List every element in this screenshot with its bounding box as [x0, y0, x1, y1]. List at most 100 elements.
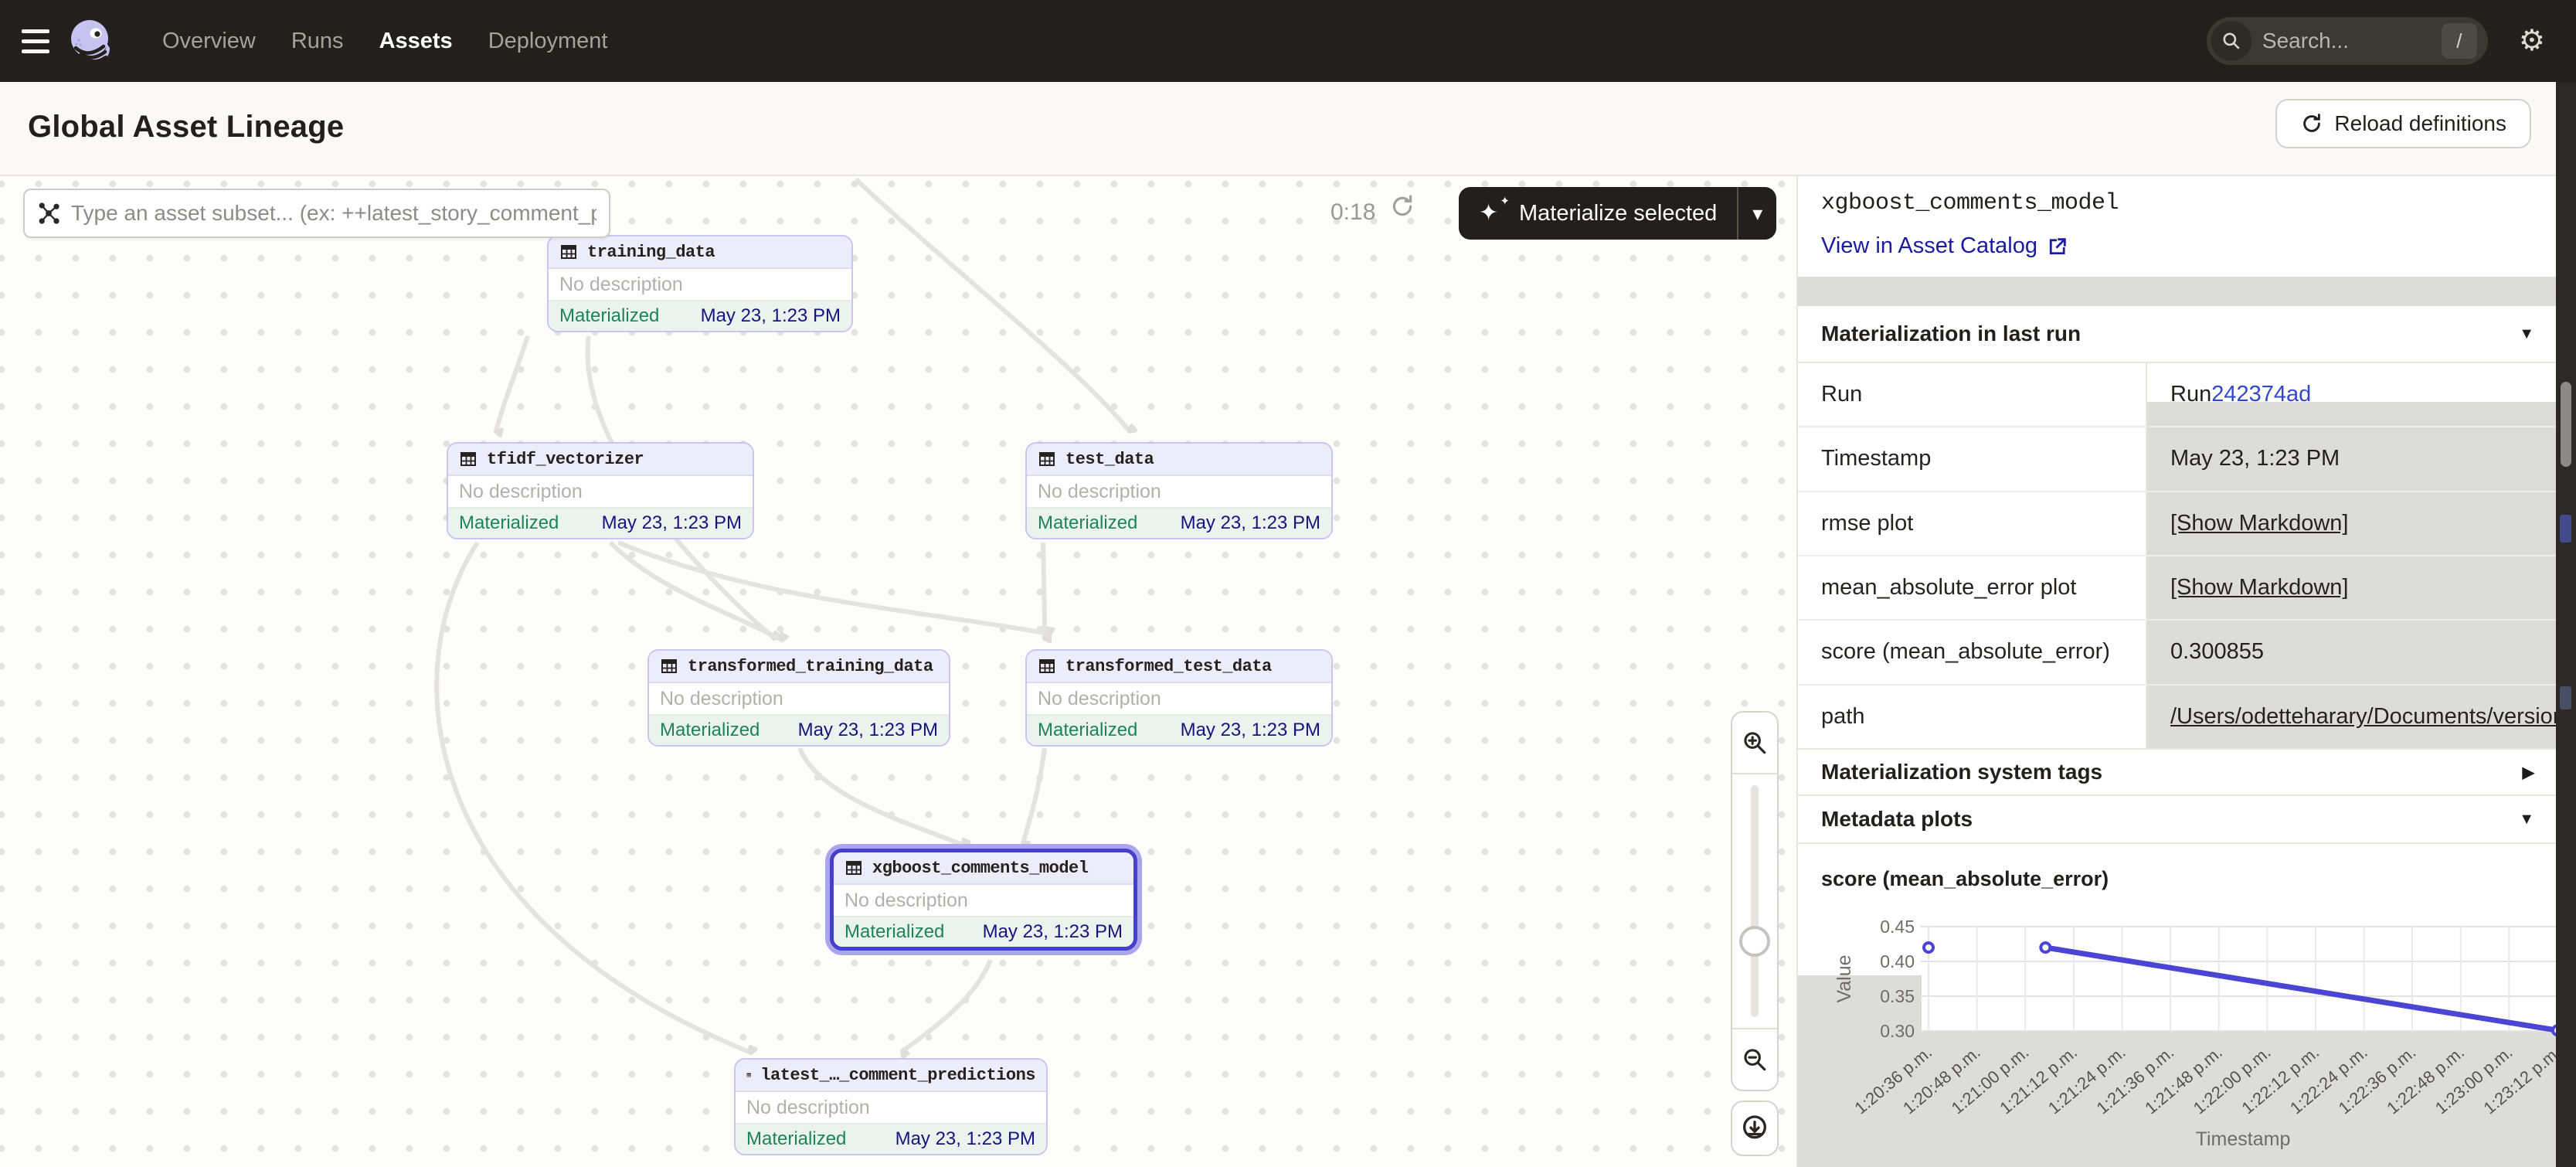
search-input[interactable]: Search... / — [2207, 17, 2488, 65]
x-axis-label: Timestamp — [2196, 1128, 2291, 1150]
view-in-asset-catalog-link[interactable]: View in Asset Catalog — [1821, 233, 2068, 259]
node-status-badge: Materialized — [1038, 720, 1137, 741]
node-footer: Materialized May 23, 1:23 PM — [649, 714, 949, 745]
asset-filter-box[interactable] — [23, 189, 610, 238]
node-description: No description — [834, 885, 1133, 916]
edge-upstream-offscreen-to-test_data — [856, 179, 1130, 431]
materialize-countdown: 0:18 — [1330, 199, 1375, 226]
zoom-slider-thumb[interactable] — [1739, 926, 1770, 957]
collapse-caret-icon[interactable]: ▼ — [2519, 325, 2534, 343]
graph-icon — [37, 202, 60, 225]
y-tick-label: 0.35 — [1880, 986, 1915, 1006]
asset-node-training_data[interactable]: training_dataNo descriptionMaterializedM… — [547, 235, 853, 332]
node-name: transformed_training_data — [688, 657, 933, 676]
materialize-dropdown-caret[interactable]: ▾ — [1738, 202, 1776, 226]
asset-filter-input[interactable] — [71, 201, 596, 226]
node-name: test_data — [1065, 450, 1154, 469]
asset-node-transformed_training_data[interactable]: transformed_training_dataNo descriptionM… — [647, 649, 950, 747]
run-id-link[interactable]: 242374ad — [2211, 382, 2311, 407]
table-row-Run: RunRun 242374ad — [1798, 363, 2556, 427]
chart-title: score (mean_absolute_error) — [1821, 867, 2109, 891]
page-header: Global Asset Lineage Reload definitions — [0, 82, 2576, 176]
scrollbar-thumb[interactable] — [2561, 382, 2571, 467]
metadata-chart: 0.300.350.400.45Value1:20:36 p.m.1:20:48… — [1798, 844, 2556, 1167]
table-icon — [559, 243, 578, 261]
clipped-window-fragment — [2560, 686, 2571, 709]
asset-node-tfidf_vectorizer[interactable]: tfidf_vectorizerNo descriptionMaterializ… — [447, 442, 754, 539]
node-status-badge: Materialized — [746, 1128, 846, 1150]
row-label: score (mean_absolute_error) — [1798, 621, 2147, 683]
section-header-materialization-last-run[interactable]: Materialization in last run ▼ — [1798, 306, 2556, 362]
asset-details-panel: xgboost_comments_model View in Asset Cat… — [1798, 176, 2556, 1167]
edge-tfidf_vectorizer-to-transformed_test_data — [618, 543, 1049, 634]
asset-graph-canvas[interactable]: training_dataNo descriptionMaterializedM… — [0, 176, 1798, 1167]
node-materialization-date: May 23, 1:23 PM — [1181, 512, 1320, 534]
row-value: [Show Markdown] — [2147, 492, 2556, 555]
table-row-score--mean_absolute_error-: score (mean_absolute_error)0.300855 — [1798, 621, 2556, 685]
node-status-badge: Materialized — [660, 720, 760, 741]
node-materialization-date: May 23, 1:23 PM — [798, 720, 938, 741]
row-value: May 23, 1:23 PM — [2147, 427, 2556, 490]
row-value: Run 242374ad — [2147, 363, 2556, 426]
panel-asset-title: xgboost_comments_model — [1821, 190, 2119, 216]
node-name: xgboost_comments_model — [872, 859, 1088, 878]
search-placeholder: Search... — [2262, 29, 2442, 53]
collapse-caret-icon[interactable]: ▼ — [2519, 811, 2534, 828]
hamburger-menu-icon[interactable] — [0, 0, 49, 82]
row-value: [Show Markdown] — [2147, 556, 2556, 619]
edge-tfidf_vectorizer-to-latest_-_comment_predictions — [437, 543, 751, 1053]
search-icon — [2211, 21, 2251, 61]
page-title: Global Asset Lineage — [28, 110, 344, 145]
node-footer: MaterializedMay 23, 1:23 PM — [549, 300, 851, 331]
node-description: No description — [649, 683, 949, 714]
zoom-controls — [1731, 711, 1779, 1091]
refresh-countdown-icon[interactable] — [1389, 193, 1415, 219]
table-icon — [845, 859, 863, 877]
node-name: latest_…_comment_predictions — [760, 1066, 1035, 1085]
metadata-table: RunRun 242374adTimestampMay 23, 1:23 PMr… — [1798, 362, 2556, 748]
section-header-system-tags[interactable]: Materialization system tags ▶ — [1798, 748, 2556, 794]
node-footer: MaterializedMay 23, 1:23 PM — [1027, 507, 1331, 538]
node-footer: MaterializedMay 23, 1:23 PM — [736, 1123, 1046, 1154]
materialize-selected-button[interactable]: ✦ ✦ Materialize selected ▾ — [1459, 187, 1776, 240]
dagster-logo[interactable] — [66, 17, 114, 65]
asset-node-test_data[interactable]: test_dataNo descriptionMaterializedMay 2… — [1025, 442, 1333, 539]
nav-tab-assets[interactable]: Assets — [379, 29, 453, 54]
zoom-slider-track[interactable] — [1751, 785, 1759, 1017]
node-description: No description — [1027, 683, 1331, 714]
section-header-metadata-plots[interactable]: Metadata plots ▼ — [1798, 794, 2556, 844]
zoom-slider[interactable] — [1732, 774, 1777, 1028]
panel-divider-band — [1798, 277, 2556, 306]
node-materialization-date: May 23, 1:23 PM — [983, 921, 1123, 943]
asset-node-xgboost_comments_model[interactable]: xgboost_comments_model No descriptionMate… — [830, 849, 1137, 951]
value-link[interactable]: [Show Markdown] — [2170, 575, 2349, 601]
node-footer: MaterializedMay 23, 1:23 PM — [1027, 714, 1331, 745]
edge-training_data-to-tfidf_vectorizer — [496, 336, 528, 431]
value-link[interactable]: [Show Markdown] — [2170, 511, 2349, 536]
value-link[interactable]: /Users/odetteharary/Documents/version — [2170, 704, 2556, 730]
node-header: test_data — [1027, 444, 1331, 476]
download-button[interactable] — [1731, 1101, 1779, 1156]
nav-tab-deployment[interactable]: Deployment — [488, 29, 608, 54]
nav-tab-runs[interactable]: Runs — [291, 29, 344, 54]
top-nav: Overview Runs Assets Deployment Search... /… — [0, 0, 2576, 82]
reload-definitions-button[interactable]: Reload definitions — [2275, 99, 2531, 148]
asset-node-transformed_test_data[interactable]: transformed_test_dataNo descriptionMater… — [1025, 649, 1333, 747]
node-status-badge: Materialized — [459, 512, 559, 534]
node-description: No description — [549, 269, 851, 300]
row-label: mean_absolute_error plot — [1798, 556, 2147, 619]
node-footer: MaterializedMay 23, 1:23 PM — [834, 916, 1133, 947]
row-value: 0.300855 — [2147, 621, 2556, 683]
expand-caret-icon[interactable]: ▶ — [2523, 763, 2534, 782]
asset-node-latest_-_comment_predictions[interactable]: latest_…_comment_predictionsNo descripti… — [734, 1058, 1048, 1155]
table-row-path: path/Users/odetteharary/Documents/versio… — [1798, 686, 2556, 748]
zoom-out-button[interactable] — [1732, 1028, 1777, 1090]
node-materialization-date: May 23, 1:23 PM — [701, 305, 841, 327]
download-icon — [1739, 1113, 1770, 1144]
row-label: path — [1798, 686, 2147, 748]
table-row-rmse-plot: rmse plot[Show Markdown] — [1798, 492, 2556, 556]
zoom-in-button[interactable] — [1732, 713, 1777, 774]
nav-tab-overview[interactable]: Overview — [162, 29, 256, 54]
table-icon — [1038, 450, 1056, 468]
gear-icon[interactable]: ⚙ — [2519, 26, 2545, 56]
